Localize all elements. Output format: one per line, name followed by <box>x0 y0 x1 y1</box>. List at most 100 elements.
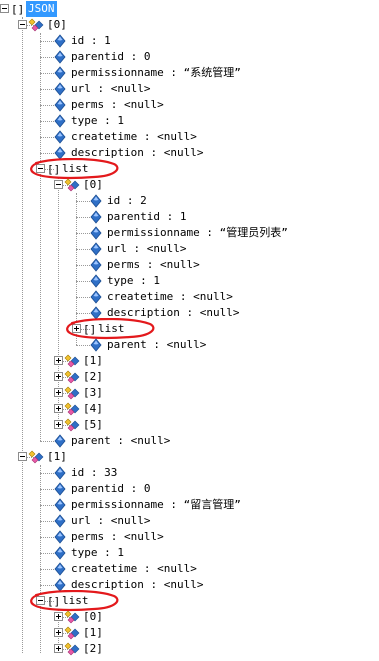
blue-diamond-icon <box>52 34 68 48</box>
expand-icon[interactable] <box>54 612 63 621</box>
node-label: permissionname : “留言管理” <box>71 498 241 511</box>
collapse-icon[interactable] <box>36 164 45 173</box>
tree-property-node[interactable]: description : <null> <box>0 577 379 593</box>
tree-property-node[interactable]: url : <null> <box>0 81 379 97</box>
blue-diamond-icon <box>88 258 104 272</box>
node-label: type : 1 <box>71 546 124 559</box>
tree-property-node[interactable]: type : 1 <box>0 113 379 129</box>
tree-property-node[interactable]: description : <null> <box>0 145 379 161</box>
tree-object-node[interactable]: [0] <box>0 177 379 193</box>
tree-property-node[interactable]: id : 2 <box>0 193 379 209</box>
expand-icon[interactable] <box>54 388 63 397</box>
tree-property-node[interactable]: perms : <null> <box>0 529 379 545</box>
brackets-icon: [] <box>46 162 62 176</box>
tree-property-node[interactable]: url : <null> <box>0 241 379 257</box>
expand-icon[interactable] <box>54 420 63 429</box>
tree-object-node[interactable]: [1] <box>0 625 379 641</box>
node-label: [0] <box>83 178 103 191</box>
tree-property-node[interactable]: description : <null> <box>0 305 379 321</box>
tree-object-node[interactable]: [3] <box>0 385 379 401</box>
tree-object-node[interactable]: [0] <box>0 609 379 625</box>
tree-property-node[interactable]: parentid : 0 <box>0 49 379 65</box>
svg-text:[]: [] <box>47 595 60 608</box>
object-shapes-icon <box>64 418 80 432</box>
expand-icon[interactable] <box>54 404 63 413</box>
json-tree-view: [] JSON [0] id : 1 parentid : 0 permissionnam… <box>0 0 379 656</box>
expand-icon[interactable] <box>54 372 63 381</box>
tree-property-node[interactable]: permissionname : “管理员列表” <box>0 225 379 241</box>
collapse-icon[interactable] <box>18 20 27 29</box>
node-label: permissionname : “系统管理” <box>71 66 241 79</box>
node-label: url : <null> <box>107 242 187 255</box>
node-label: [4] <box>83 402 103 415</box>
tree-property-node[interactable]: id : 1 <box>0 33 379 49</box>
tree-property-node[interactable]: parentid : 1 <box>0 209 379 225</box>
node-label: id : 2 <box>107 194 147 207</box>
tree-property-node[interactable]: createtime : <null> <box>0 561 379 577</box>
node-label: parentid : 1 <box>107 210 187 223</box>
blue-diamond-icon <box>88 242 104 256</box>
collapse-icon[interactable] <box>36 596 45 605</box>
blue-diamond-icon <box>52 114 68 128</box>
blue-diamond-icon <box>88 290 104 304</box>
object-shapes-icon <box>64 370 80 384</box>
node-label: perms : <null> <box>107 258 200 271</box>
tree-object-node[interactable]: [2] <box>0 369 379 385</box>
node-label: list <box>62 594 89 607</box>
node-label: [1] <box>47 450 67 463</box>
tree-property-node[interactable]: permissionname : “留言管理” <box>0 497 379 513</box>
tree-array-node[interactable]: [] JSON <box>0 1 379 17</box>
node-label: perms : <null> <box>71 530 164 543</box>
tree-property-node[interactable]: type : 1 <box>0 273 379 289</box>
object-shapes-icon <box>64 626 80 640</box>
node-label: description : <null> <box>71 146 204 159</box>
collapse-icon[interactable] <box>0 4 9 13</box>
node-label: id : 33 <box>71 466 118 479</box>
tree-property-node[interactable]: parent : <null> <box>0 337 379 353</box>
tree-property-node[interactable]: perms : <null> <box>0 257 379 273</box>
blue-diamond-icon <box>52 66 68 80</box>
tree-object-node[interactable]: [5] <box>0 417 379 433</box>
expand-icon[interactable] <box>54 356 63 365</box>
node-label: parentid : 0 <box>71 50 151 63</box>
node-label: url : <null> <box>71 82 151 95</box>
tree-property-node[interactable]: url : <null> <box>0 513 379 529</box>
tree-property-node[interactable]: permissionname : “系统管理” <box>0 65 379 81</box>
node-label: perms : <null> <box>71 98 164 111</box>
tree-object-node[interactable]: [4] <box>0 401 379 417</box>
svg-text:[]: [] <box>47 163 60 176</box>
tree-object-node[interactable]: [1] <box>0 449 379 465</box>
expand-icon[interactable] <box>54 628 63 637</box>
expand-icon[interactable] <box>54 644 63 653</box>
blue-diamond-icon <box>52 514 68 528</box>
object-shapes-icon <box>64 402 80 416</box>
tree-array-node[interactable]: [] list <box>0 321 379 337</box>
tree-property-node[interactable]: type : 1 <box>0 545 379 561</box>
collapse-icon[interactable] <box>18 452 27 461</box>
tree-object-node[interactable]: [2] <box>0 641 379 657</box>
tree-object-node[interactable]: [1] <box>0 353 379 369</box>
node-label: url : <null> <box>71 514 151 527</box>
expand-icon[interactable] <box>72 324 81 333</box>
tree-array-node[interactable]: [] list <box>0 593 379 609</box>
node-label: [5] <box>83 418 103 431</box>
blue-diamond-icon <box>88 338 104 352</box>
node-label: createtime : <null> <box>71 130 197 143</box>
collapse-icon[interactable] <box>54 180 63 189</box>
tree-object-node[interactable]: [0] <box>0 17 379 33</box>
blue-diamond-icon <box>88 306 104 320</box>
tree-property-node[interactable]: perms : <null> <box>0 97 379 113</box>
node-label: type : 1 <box>71 114 124 127</box>
blue-diamond-icon <box>52 498 68 512</box>
tree-property-node[interactable]: createtime : <null> <box>0 129 379 145</box>
object-shapes-icon <box>64 178 80 192</box>
tree-property-node[interactable]: parent : <null> <box>0 433 379 449</box>
tree-array-node[interactable]: [] list <box>0 161 379 177</box>
tree-property-node[interactable]: parentid : 0 <box>0 481 379 497</box>
tree-property-node[interactable]: id : 33 <box>0 465 379 481</box>
svg-text:[]: [] <box>11 3 24 16</box>
tree-property-node[interactable]: createtime : <null> <box>0 289 379 305</box>
blue-diamond-icon <box>52 146 68 160</box>
node-label: parent : <null> <box>107 338 207 351</box>
node-label: [3] <box>83 386 103 399</box>
